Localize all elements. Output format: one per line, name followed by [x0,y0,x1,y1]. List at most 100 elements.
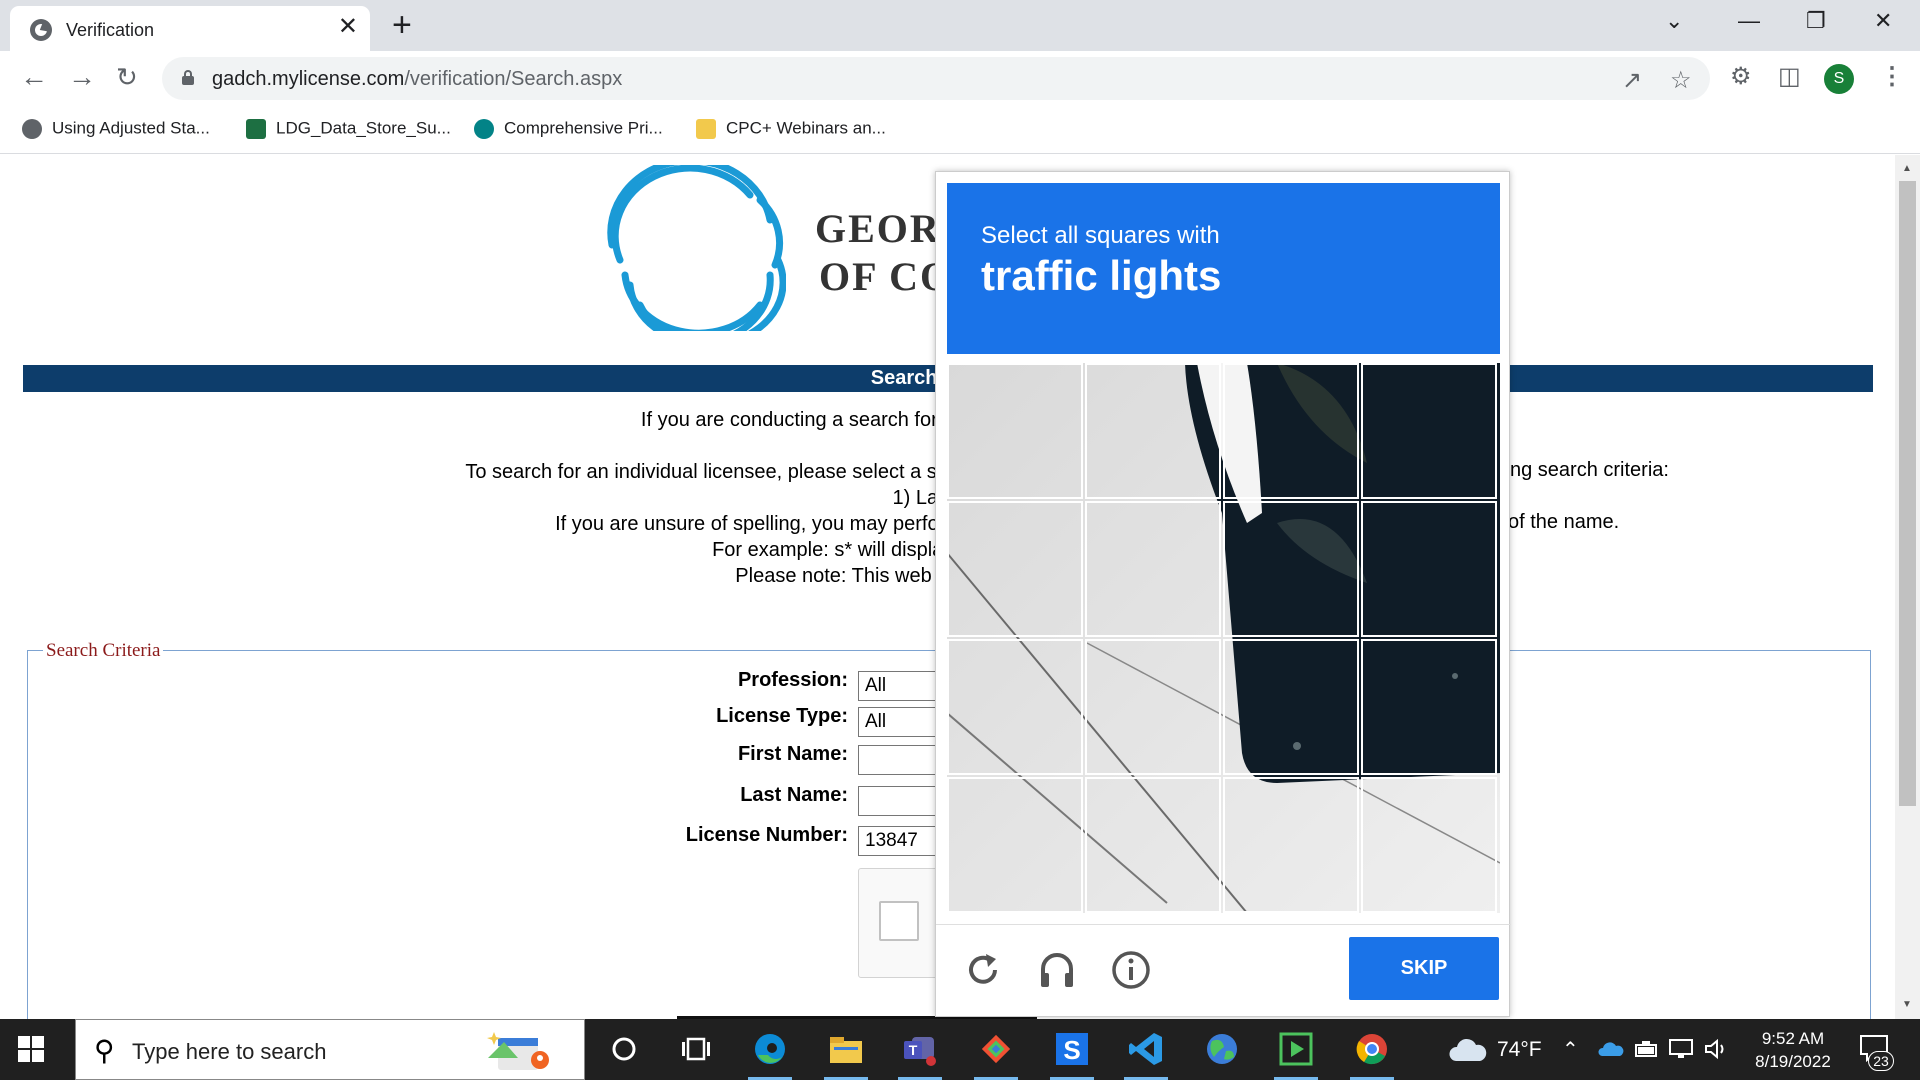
skip-button[interactable]: SKIP [1349,937,1499,1000]
globe-icon [22,118,42,139]
challenge-tile[interactable] [1085,501,1221,637]
scroll-up-icon[interactable]: ▲ [1902,163,1912,174]
search-highlight-icon [487,1032,549,1070]
file-explorer-icon[interactable] [828,1031,864,1067]
bookmark-item[interactable]: Using Adjusted Sta... [22,118,210,142]
reload-page-icon[interactable]: ↻ [116,63,138,91]
browser-toolbar: ← → ↻ gadch.mylicense.com/verification/S… [0,51,1920,106]
bookmark-item[interactable]: Comprehensive Pri... [474,118,663,142]
bookmark-item[interactable]: LDG_Data_Store_Su... [246,118,451,142]
weather-cloud-icon[interactable] [1448,1037,1488,1063]
scroll-down-icon[interactable]: ▼ [1902,999,1912,1010]
license-type-label: License Type: [716,705,848,727]
taskbar-search-placeholder: Type here to search [132,1039,327,1064]
audio-icon[interactable] [1036,949,1078,991]
close-window-button[interactable]: ✕ [1874,8,1892,34]
info-icon[interactable] [1110,949,1152,991]
back-icon[interactable]: ← [20,63,48,91]
challenge-tile[interactable] [1361,777,1497,913]
taskbar: ⚲ Type here to search T S 74°F ⌃ 9:52 AM… [0,1019,1920,1080]
challenge-tile[interactable] [1223,363,1359,499]
extensions-icon[interactable]: ⚙ [1730,65,1752,89]
tab-close-icon[interactable]: ✕ [338,15,358,39]
clock-time: 9:52 AM [1761,1029,1825,1048]
tab-strip: Verification ✕ + ⌄ — ❐ ✕ [0,0,1920,51]
last-name-label: Last Name: [740,784,848,806]
chevron-up-icon[interactable]: ⌃ [1562,1037,1579,1062]
git-icon[interactable] [978,1031,1014,1067]
network-icon[interactable] [1668,1038,1696,1060]
profession-label: Profession: [737,669,848,691]
challenge-tile[interactable] [947,501,1083,637]
svg-text:S: S [1063,1035,1080,1065]
edge-icon[interactable] [752,1031,788,1067]
cortana-icon[interactable] [606,1031,642,1067]
lock-icon[interactable] [182,70,194,85]
notification-count-badge: 23 [1868,1051,1894,1071]
challenge-tile[interactable] [947,777,1083,913]
recaptcha-challenge: Select all squares with traffic lights S… [935,171,1511,1017]
search-criteria-legend: Search Criteria [43,640,164,662]
taskbar-search-box[interactable]: ⚲ Type here to search [75,1019,585,1080]
instruction-fragment: of the name. [1508,511,1620,533]
challenge-tile[interactable] [1085,639,1221,775]
onedrive-icon[interactable] [1598,1041,1624,1057]
browser-tab[interactable]: Verification ✕ [10,6,370,51]
challenge-tile[interactable] [1361,639,1497,775]
scroll-thumb[interactable] [1899,181,1916,806]
reload-icon[interactable] [962,949,1004,991]
address-bar[interactable]: gadch.mylicense.com/verification/Search.… [162,57,1710,100]
sharepoint-icon [474,118,494,139]
recaptcha-checkbox[interactable] [879,901,919,941]
weather-temperature[interactable]: 74°F [1497,1038,1542,1062]
bookmark-star-icon[interactable]: ☆ [1670,66,1692,95]
volume-icon[interactable] [1704,1039,1730,1059]
url-text[interactable]: gadch.mylicense.com/verification/Search.… [212,68,622,91]
organization-name: GEOR OF CO [815,206,954,299]
media-icon[interactable] [1278,1031,1314,1067]
restore-button[interactable]: ❐ [1806,8,1826,34]
teams-icon[interactable]: T [902,1031,938,1067]
challenge-tile[interactable] [1361,501,1497,637]
vscode-icon[interactable] [1128,1031,1164,1067]
challenge-tile[interactable] [1223,501,1359,637]
license-type-row: License Type: [28,705,848,733]
menu-kebab-icon[interactable]: ⋮ [1880,65,1904,89]
new-tab-button[interactable]: + [392,8,412,42]
task-view-icon[interactable] [678,1031,714,1067]
tab-search-chevron-icon[interactable]: ⌄ [1665,8,1683,34]
challenge-tile[interactable] [1361,363,1497,499]
first-name-label: First Name: [737,743,848,765]
challenge-tile[interactable] [1223,639,1359,775]
sharepoint-app-icon[interactable]: S [1054,1031,1090,1067]
page-scrollbar[interactable]: ▲ ▼ [1895,155,1920,1019]
search-icon: ⚲ [94,1035,115,1066]
globe-icon [30,19,52,41]
license-number-label: License Number: [685,824,848,846]
challenge-target: traffic lights [981,252,1222,299]
system-clock[interactable]: 9:52 AM 8/19/2022 [1738,1027,1848,1073]
challenge-tile[interactable] [947,363,1083,499]
windows-start-icon[interactable] [18,1036,44,1062]
first-name-row: First Name: [28,743,848,771]
clock-date: 8/19/2022 [1755,1052,1831,1071]
chrome-icon[interactable] [1354,1031,1390,1067]
challenge-tile[interactable] [1223,777,1359,913]
excel-icon [246,118,266,139]
challenge-tile[interactable] [1085,363,1221,499]
share-icon[interactable]: ↗ [1622,66,1642,95]
battery-icon[interactable] [1634,1039,1660,1059]
challenge-tile[interactable] [947,639,1083,775]
forward-icon[interactable]: → [68,63,96,91]
challenge-image-grid [947,363,1500,913]
profile-avatar[interactable]: S [1824,64,1854,94]
license-number-row: License Number: [28,824,848,852]
challenge-instruction: Select all squares with [981,222,1220,249]
globe-app-icon[interactable] [1204,1031,1240,1067]
bookmark-item[interactable]: CPC+ Webinars an... [696,118,886,142]
organization-logo [607,165,786,331]
minimize-button[interactable]: — [1738,8,1760,34]
profession-row: Profession: [28,669,848,697]
side-panel-icon[interactable]: ◫ [1778,65,1801,89]
challenge-tile[interactable] [1085,777,1221,913]
